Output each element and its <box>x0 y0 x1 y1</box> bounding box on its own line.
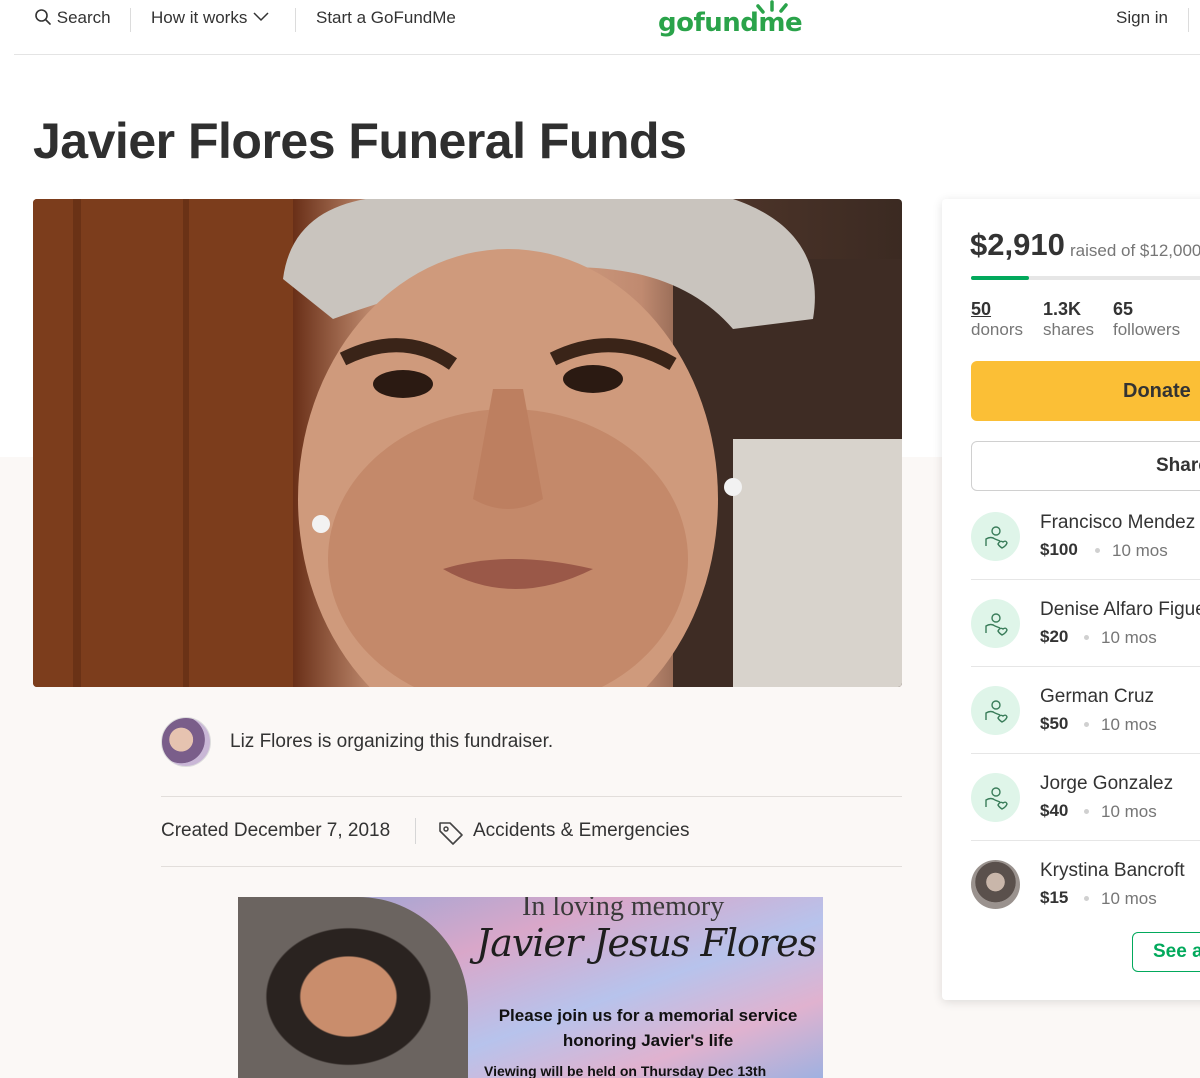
donor-name: German Cruz <box>1040 686 1155 707</box>
meta-divider <box>415 818 416 844</box>
gofundme-logo[interactable]: gofundme <box>658 0 803 42</box>
donor-item: Denise Alfaro Figueroa $20 10 mos <box>971 594 1200 681</box>
donor-item: Jorge Gonzalez $40 10 mos <box>971 768 1200 855</box>
donor-divider <box>971 666 1200 667</box>
donor-name: Jorge Gonzalez <box>1040 773 1174 794</box>
start-gofundme-link[interactable]: Start a GoFundMe <box>316 8 456 28</box>
donor-amount: $100 <box>1040 540 1078 559</box>
donor-time: 10 mos <box>1101 715 1157 734</box>
separator-dot <box>1095 548 1100 553</box>
memorial-flyer-image: In loving memory Javier Jesus Flores Ple… <box>238 897 823 1078</box>
heart-hand-icon <box>985 526 1008 549</box>
header-divider <box>14 54 1200 55</box>
shares-label: shares <box>1043 320 1095 339</box>
donor-avatar <box>971 599 1020 648</box>
donor-divider <box>971 840 1200 841</box>
how-it-works-menu[interactable]: How it works <box>151 8 270 28</box>
separator-dot <box>1084 896 1089 901</box>
tag-icon <box>439 822 463 845</box>
goal-text: raised of $12,000 <box>1070 241 1200 260</box>
nav-divider <box>295 8 296 32</box>
donor-time: 10 mos <box>1101 628 1157 647</box>
donor-item: German Cruz $50 10 mos <box>971 681 1200 768</box>
heart-hand-icon <box>985 787 1008 810</box>
separator-dot <box>1084 809 1089 814</box>
campaign-title: Javier Flores Funeral Funds <box>33 113 687 169</box>
nav-divider <box>130 8 131 32</box>
category-link[interactable]: Accidents & Emergencies <box>473 820 690 842</box>
flyer-name: Javier Jesus Flores <box>476 921 817 965</box>
donors-label: donors <box>971 320 1023 339</box>
shares-count: 1.3K <box>1043 299 1082 319</box>
amount-raised: $2,910 <box>970 227 1065 262</box>
donor-name: Denise Alfaro Figueroa <box>1040 599 1200 620</box>
donor-amount: $40 <box>1040 801 1069 820</box>
progress-bar <box>971 276 1200 280</box>
search-link[interactable]: Search <box>34 8 111 28</box>
flyer-heading: In loving memory <box>522 897 725 922</box>
donor-avatar <box>971 686 1020 735</box>
donor-time: 10 mos <box>1101 802 1157 821</box>
donor-name: Krystina Bancroft <box>1040 860 1185 881</box>
donor-name: Francisco Mendez <box>1040 512 1196 533</box>
followers-count: 65 <box>1113 299 1134 319</box>
donor-avatar <box>971 773 1020 822</box>
progress-fill <box>971 276 1030 280</box>
donor-item: Krystina Bancroft $15 10 mos <box>971 855 1200 942</box>
chevron-down-icon <box>253 12 269 22</box>
search-icon <box>35 9 51 25</box>
donor-item: Francisco Mendez $100 10 mos <box>971 507 1200 594</box>
donor-amount: $50 <box>1040 714 1069 733</box>
donor-time: 10 mos <box>1112 541 1168 560</box>
donor-avatar-photo <box>971 860 1020 909</box>
sun-rays-icon <box>756 0 788 14</box>
flyer-viewing-text: Viewing will be held on Thursday Dec 13t… <box>484 1063 767 1078</box>
donor-time: 10 mos <box>1101 889 1157 908</box>
see-all-button[interactable]: See all <box>1132 932 1200 972</box>
created-date: Created December 7, 2018 <box>161 820 391 841</box>
portrait-photo <box>33 199 902 687</box>
donor-avatar <box>971 512 1020 561</box>
donor-amount: $20 <box>1040 627 1069 646</box>
heart-hand-icon <box>985 613 1008 636</box>
donor-divider <box>971 579 1200 580</box>
separator-dot <box>1084 722 1089 727</box>
divider <box>161 866 902 867</box>
flyer-photo <box>238 897 468 1078</box>
top-navigation: Search How it works Start a GoFundMe gof… <box>0 0 1200 40</box>
search-label: Search <box>56 8 111 27</box>
donors-count[interactable]: 50 <box>971 299 991 320</box>
followers-label: followers <box>1113 320 1181 339</box>
organizer-text: Liz Flores is organizing this fundraiser… <box>230 731 554 752</box>
heart-hand-icon <box>985 700 1008 723</box>
donate-button[interactable]: Donate <box>971 361 1200 421</box>
campaign-hero-image[interactable] <box>33 199 902 687</box>
donor-divider <box>971 753 1200 754</box>
sign-in-link[interactable]: Sign in <box>1116 8 1168 28</box>
organizer-avatar[interactable] <box>161 717 211 767</box>
separator-dot <box>1084 635 1089 640</box>
nav-divider <box>1188 8 1189 32</box>
share-button[interactable]: Share <box>971 441 1200 491</box>
how-it-works-label: How it works <box>151 8 248 27</box>
divider <box>161 796 902 797</box>
flyer-service-text: Please join us for a memorial service ho… <box>498 1006 798 1050</box>
donor-amount: $15 <box>1040 888 1069 907</box>
